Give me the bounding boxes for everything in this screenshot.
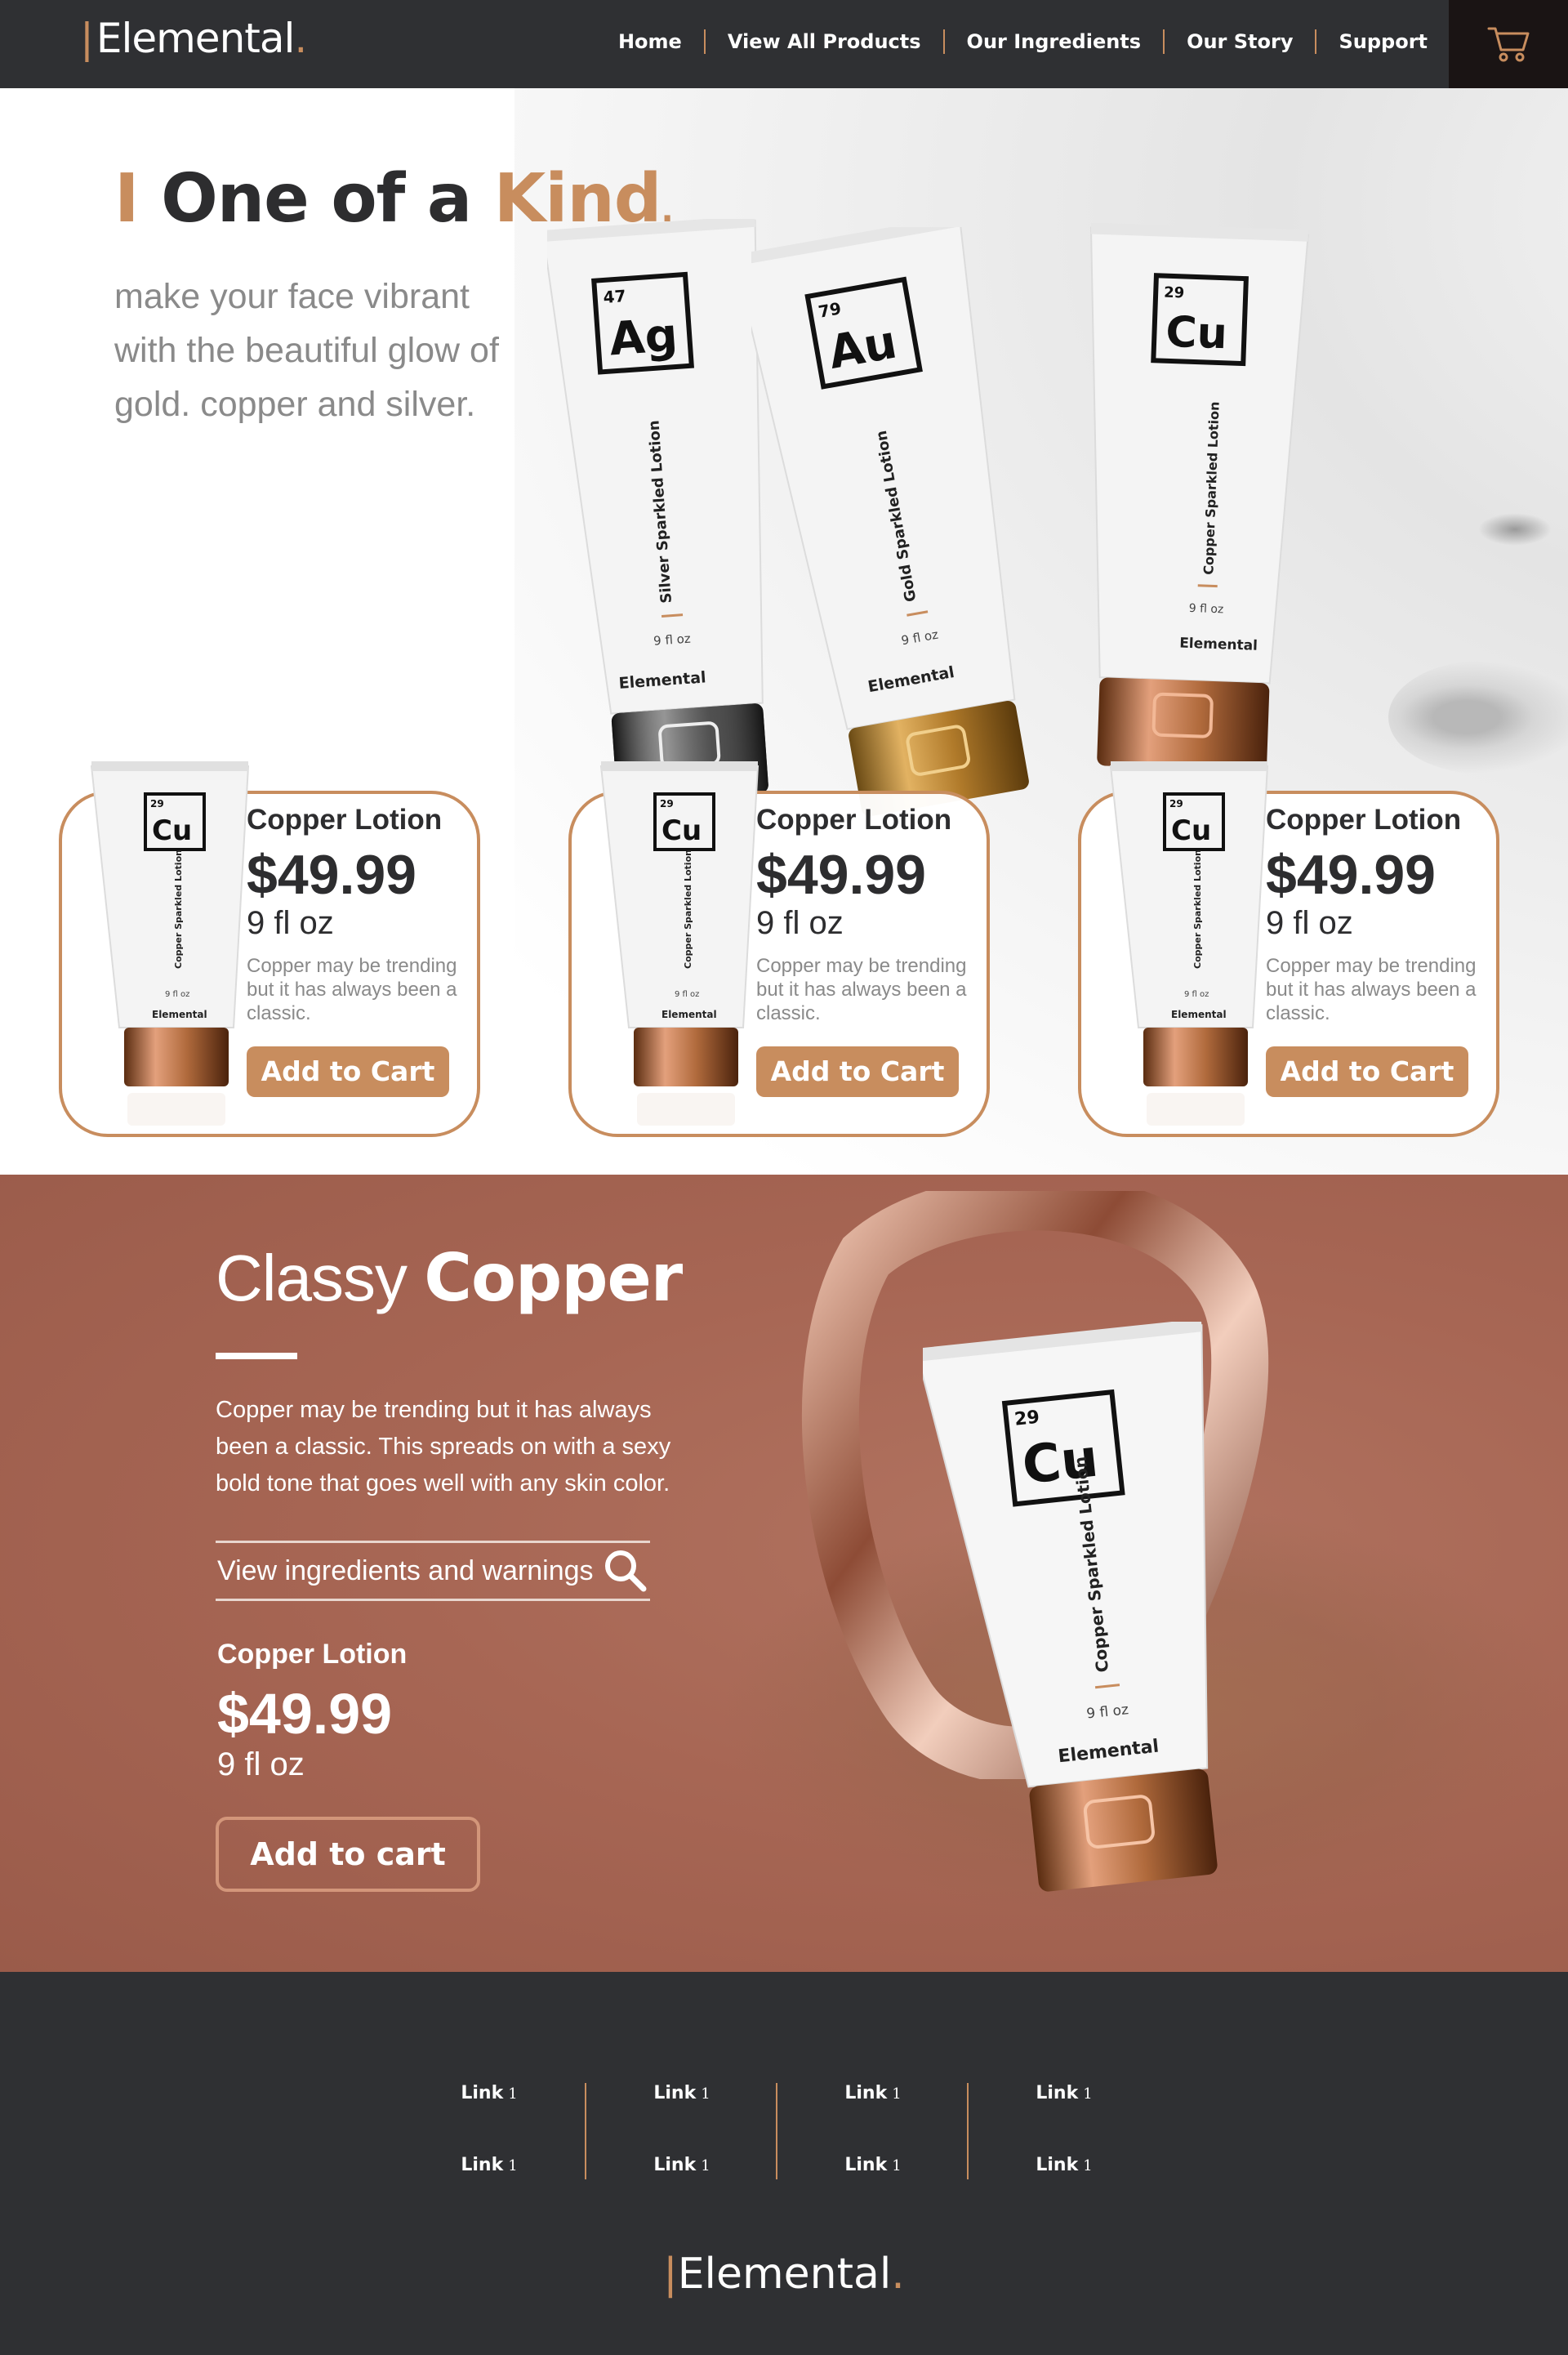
view-ingredients-link[interactable]: View ingredients and warnings [216, 1541, 650, 1601]
footer-link[interactable]: Link 1 [394, 2083, 585, 2103]
svg-text:Elemental: Elemental [1179, 636, 1258, 654]
brand-logo[interactable]: |Elemental. [80, 15, 307, 62]
search-icon [605, 1550, 647, 1592]
svg-text:47: 47 [603, 286, 626, 307]
footer-link[interactable]: Link 1 [969, 2155, 1160, 2175]
footer-link[interactable]: Link 1 [586, 2083, 777, 2103]
footer-link[interactable]: Link 1 [777, 2155, 969, 2175]
hero-section: I One of a Kind. make your face vibrant … [0, 88, 1568, 1175]
card-product-image-2: 29 Cu Copper Sparkled Lotion 9 fl oz Ele… [599, 761, 760, 1126]
svg-text:29: 29 [1169, 798, 1183, 810]
svg-text:9 fl oz: 9 fl oz [165, 990, 189, 999]
footer-link-column-3: Link 1 Link 1 [776, 2083, 967, 2179]
product-title: Copper Lotion [1266, 804, 1462, 836]
product-price: $49.99 [1266, 844, 1436, 906]
add-to-cart-button[interactable]: Add to Cart [1266, 1046, 1468, 1097]
product-title: Copper Lotion [247, 804, 443, 836]
add-to-cart-button[interactable]: Add to cart [216, 1817, 480, 1892]
svg-text:79: 79 [817, 298, 843, 321]
product-title: Copper Lotion [756, 804, 952, 836]
svg-text:Copper Sparkled Lotion: Copper Sparkled Lotion [683, 850, 693, 969]
view-ingredients-label: View ingredients and warnings [217, 1554, 594, 1586]
svg-text:Cu: Cu [1171, 814, 1211, 847]
svg-text:9 fl oz: 9 fl oz [1188, 602, 1223, 616]
classy-copper-section: Classy Copper Copper may be trending but… [0, 1175, 1568, 1972]
copper-lotion-tube-hero: 29 Cu Copper Sparkled Lotion 9 fl oz Ele… [1089, 223, 1309, 772]
svg-text:29: 29 [1164, 284, 1185, 302]
svg-text:Cu: Cu [152, 814, 192, 847]
feature-product-size: 9 fl oz [217, 1746, 305, 1782]
product-price: $49.99 [756, 844, 926, 906]
svg-text:Elemental: Elemental [662, 1009, 717, 1020]
product-description: Copper may be trending but it has always… [1266, 955, 1477, 1024]
product-price: $49.99 [247, 844, 416, 906]
nav-our-story-link[interactable]: Our Story [1163, 29, 1315, 54]
nav-home-link[interactable]: Home [596, 29, 704, 54]
svg-text:9 fl oz: 9 fl oz [675, 990, 699, 999]
svg-text:Copper Sparkled Lotion: Copper Sparkled Lotion [173, 850, 184, 969]
top-navigation: |Elemental. Home View All Products Our I… [0, 0, 1568, 88]
add-to-cart-button[interactable]: Add to Cart [756, 1046, 959, 1097]
footer-link[interactable]: Link 1 [777, 2083, 969, 2103]
cart-button[interactable] [1449, 0, 1568, 88]
svg-text:29: 29 [150, 798, 164, 810]
footer-link-column-2: Link 1 Link 1 [585, 2083, 776, 2179]
feature-product-name: Copper Lotion [217, 1639, 408, 1670]
nav-links: Home View All Products Our Ingredients O… [596, 29, 1450, 54]
footer: Link 1 Link 1 Link 1 Link 1 Link 1 Link 1 Link… [0, 1972, 1568, 2355]
svg-text:Ag: Ag [608, 309, 679, 367]
svg-text:9 fl oz: 9 fl oz [653, 631, 692, 649]
footer-link[interactable]: Link 1 [394, 2155, 585, 2175]
product-description: Copper may be trending but it has always… [247, 955, 457, 1024]
nav-our-ingredients-link[interactable]: Our Ingredients [942, 29, 1164, 54]
card-product-image-3: 29 Cu Copper Sparkled Lotion 9 fl oz Ele… [1109, 761, 1269, 1126]
product-size: 9 fl oz [1266, 905, 1353, 941]
svg-text:Elemental: Elemental [152, 1009, 207, 1020]
feature-product-price: $49.99 [217, 1682, 393, 1746]
hero-subheading: make your face vibrant with the beautifu… [114, 277, 499, 424]
footer-link-column-1: Link 1 Link 1 [394, 2083, 585, 2179]
svg-text:Elemental: Elemental [1171, 1009, 1227, 1020]
product-size: 9 fl oz [756, 905, 844, 941]
product-size: 9 fl oz [247, 905, 334, 941]
product-description: Copper may be trending but it has always… [756, 955, 967, 1024]
section-title: Classy Copper [216, 1240, 683, 1316]
svg-text:9 fl oz: 9 fl oz [1184, 990, 1209, 999]
nav-support-link[interactable]: Support [1315, 29, 1450, 54]
section-description: Copper may be trending but it has always… [216, 1397, 671, 1496]
gold-lotion-tube: 79 Au Gold Sparkled Lotion 9 fl oz Eleme… [751, 227, 1029, 817]
footer-link[interactable]: Link 1 [969, 2083, 1160, 2103]
copper-lotion-tube-feature: 29 Cu Copper Sparkled Lotion 9 fl oz Ele… [923, 1322, 1218, 1892]
cart-icon [1487, 27, 1530, 62]
title-underline [216, 1353, 297, 1359]
svg-text:29: 29 [1013, 1407, 1040, 1430]
footer-link[interactable]: Link 1 [586, 2155, 777, 2175]
svg-text:Copper Sparkled Lotion: Copper Sparkled Lotion [1192, 850, 1203, 969]
nav-view-all-products-link[interactable]: View All Products [703, 29, 943, 54]
svg-text:Cu: Cu [662, 814, 702, 847]
card-product-image-1: 29 Cu Copper Sparkled Lotion 9 fl oz Ele… [90, 761, 250, 1126]
footer-link-column-4: Link 1 Link 1 [967, 2083, 1158, 2179]
svg-text:Cu: Cu [1165, 308, 1227, 359]
add-to-cart-button[interactable]: Add to Cart [247, 1046, 449, 1097]
svg-text:29: 29 [660, 798, 674, 810]
footer-logo[interactable]: |Elemental. [0, 2250, 1568, 2299]
